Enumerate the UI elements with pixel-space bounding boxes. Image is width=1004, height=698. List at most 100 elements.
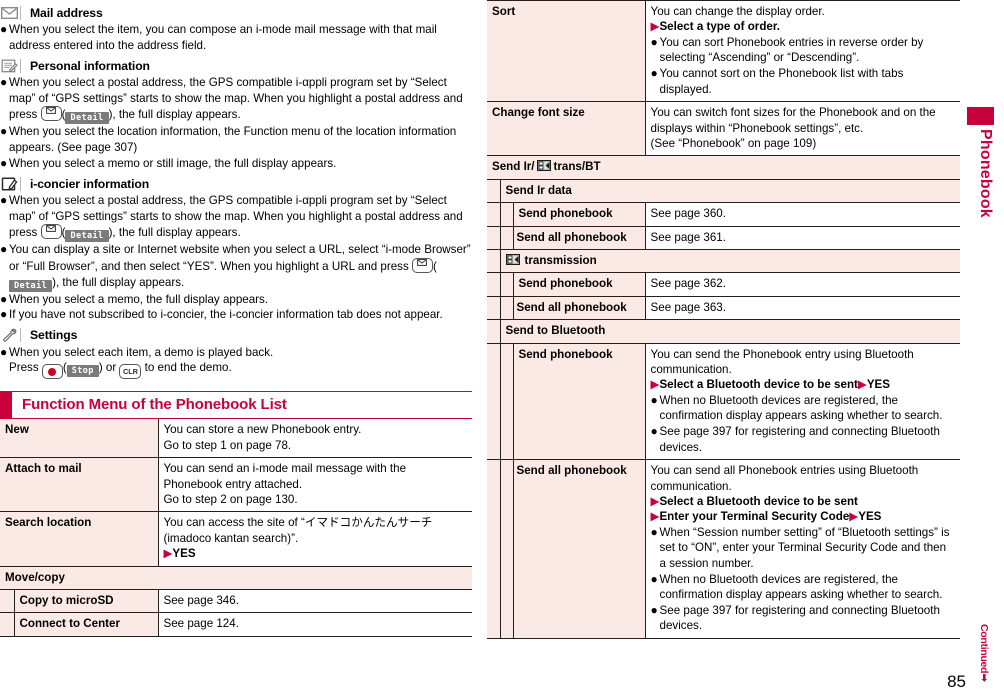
right-column: Sort You can change the display order. ▶… xyxy=(487,0,960,640)
bullet-text-cont2: ) or xyxy=(98,361,120,375)
bullet-text: When no Bluetooth devices are registered… xyxy=(659,393,943,423)
value-line-arrow: ▶Select a Bluetooth device to be sent xyxy=(651,494,955,509)
row-value: See page 361. xyxy=(644,226,960,251)
section-title: Mail address xyxy=(30,5,103,20)
divider xyxy=(20,5,21,20)
bullet-dot: ● xyxy=(0,291,8,306)
row-key: Change font size xyxy=(487,101,646,157)
function-menu-table-left: New You can store a new Phonebook entry.… xyxy=(0,419,472,637)
row-key: Send all phonebook xyxy=(512,296,646,321)
bullet-item: ● When you select the item, you can comp… xyxy=(0,22,472,53)
arrow-text-2: YES xyxy=(866,378,891,392)
indent-spacer xyxy=(0,612,14,637)
row-group-key: transmission xyxy=(499,249,960,274)
bullet-text-cont: ), the full display appears. xyxy=(52,275,185,289)
value-line: (See “Phonebook” on page 109) xyxy=(650,137,817,150)
value-line: You can send all Phonebook entries using… xyxy=(650,464,919,493)
indent-spacer xyxy=(0,589,14,614)
bullet-item: ● When you select a memo or still image,… xyxy=(0,156,472,172)
mail-key-icon xyxy=(411,257,433,273)
indent-spacer xyxy=(487,319,500,344)
value-line-arrow: ▶Select a type of order. xyxy=(651,19,955,34)
row-value: You can send an i-mode mail message with… xyxy=(157,457,472,513)
divider xyxy=(20,58,21,73)
value-line: (imadoco kantan search)”. xyxy=(163,531,299,545)
indent-spacer xyxy=(487,202,500,227)
row-value: See page 124. xyxy=(157,612,472,637)
personal-information-note-icon xyxy=(0,58,19,73)
row-key: Copy to microSD xyxy=(13,589,158,614)
value-bullet: ● You cannot sort on the Phonebook list w… xyxy=(651,66,955,97)
left-column: Mail address ● When you select the item,… xyxy=(0,0,472,637)
mail-key-icon xyxy=(40,224,62,240)
value-line: You can send an i-mode mail message with… xyxy=(163,462,407,476)
value-bullet: ● When no Bluetooth devices are registere… xyxy=(651,572,955,603)
paren-open: ( xyxy=(432,259,437,273)
bullet-text: When “Session number setting” of “Blueto… xyxy=(659,525,950,571)
value-line-arrow: ▶YES xyxy=(164,546,468,561)
arrow-text: Select a Bluetooth device to be sent xyxy=(659,378,858,392)
row-key: Search location xyxy=(0,511,158,567)
row-key: Send phonebook xyxy=(512,202,646,227)
indent-spacer xyxy=(499,226,513,251)
row-value: See page 363. xyxy=(644,296,960,321)
bullet-item: ● When you select a postal address, the … xyxy=(0,75,472,125)
row-value: You can switch font sizes for the Phoneb… xyxy=(644,101,960,157)
indent-spacer xyxy=(499,343,513,461)
indent-spacer xyxy=(499,459,513,640)
arrow-marker-2: ▶ xyxy=(857,378,867,392)
divider xyxy=(20,176,21,191)
row-key: New xyxy=(0,419,158,459)
value-line: You can access the site of “イマドコかんたんサーチ xyxy=(163,516,433,530)
ic-transmission-icon xyxy=(537,160,552,172)
indent-spacer xyxy=(487,296,500,321)
table-row-group: Send Ir data xyxy=(487,179,960,204)
row-value: You can store a new Phonebook entry. Go … xyxy=(157,419,472,459)
bullet-text: See page 397 for registering and connect… xyxy=(659,425,940,454)
bullet-dot: ● xyxy=(0,193,8,208)
table-row: Sort You can change the display order. ▶… xyxy=(487,0,960,103)
mail-envelope-icon xyxy=(0,5,19,20)
row-value: You can change the display order. ▶Selec… xyxy=(644,0,960,103)
softkey-detail: Detail xyxy=(65,112,109,125)
bullet-text: You can sort Phonebook entries in revers… xyxy=(659,35,924,65)
table-row: Send phonebook See page 362. xyxy=(487,272,960,297)
table-row: Send all phonebook See page 363. xyxy=(487,296,960,321)
bullet-dot: ● xyxy=(650,392,658,407)
section-heading-mail-address: Mail address xyxy=(0,4,472,21)
arrow-text: Select a Bluetooth device to be sent xyxy=(659,495,858,509)
section-title: Settings xyxy=(30,328,78,343)
table-row-group: transmission xyxy=(487,249,960,274)
row-value: See page 346. xyxy=(157,589,472,614)
row-key: Sort xyxy=(487,0,646,103)
bullet-text: You cannot sort on the Phonebook list wi… xyxy=(659,67,904,96)
row-value: See page 362. xyxy=(644,272,960,297)
value-bullet: ● When no Bluetooth devices are registere… xyxy=(651,393,955,424)
section-heading-settings: Settings xyxy=(0,327,472,344)
row-key: Send phonebook xyxy=(512,272,646,297)
softkey-detail: Detail xyxy=(9,279,53,292)
section-title-accent-tab xyxy=(0,392,12,419)
bullet-text: When you select a memo or still image, t… xyxy=(9,156,337,170)
bullet-text: When you select the location information… xyxy=(9,125,457,154)
enter-key-icon xyxy=(41,364,63,380)
row-group-key: Move/copy xyxy=(0,566,472,590)
row-key: Attach to mail xyxy=(0,457,158,513)
value-line: You can change the display order. xyxy=(650,5,825,18)
clr-key-icon: CLR xyxy=(119,364,142,380)
section-title: Personal information xyxy=(30,58,150,73)
side-tab-phonebook: Phonebook xyxy=(967,107,994,267)
bullet-text: You can display a site or Internet websi… xyxy=(9,243,471,273)
table-row: Send phonebook See page 360. xyxy=(487,202,960,227)
arrow-text-2: YES xyxy=(858,510,882,524)
value-bullet: ● When “Session number setting” of “Bluet… xyxy=(651,525,955,572)
bullet-dot: ● xyxy=(0,124,8,139)
settings-wrench-icon xyxy=(0,328,19,343)
bullet-text: When you select each item, a demo is pla… xyxy=(9,345,274,359)
bullet-dot: ● xyxy=(650,424,658,439)
indent-spacer xyxy=(487,226,500,251)
bullet-item: ● When you select each item, a demo is p… xyxy=(0,345,472,380)
indent-spacer xyxy=(487,272,500,297)
bullet-dot: ● xyxy=(650,524,658,539)
bullet-item: ● If you have not subscribed to i-concie… xyxy=(0,307,472,323)
